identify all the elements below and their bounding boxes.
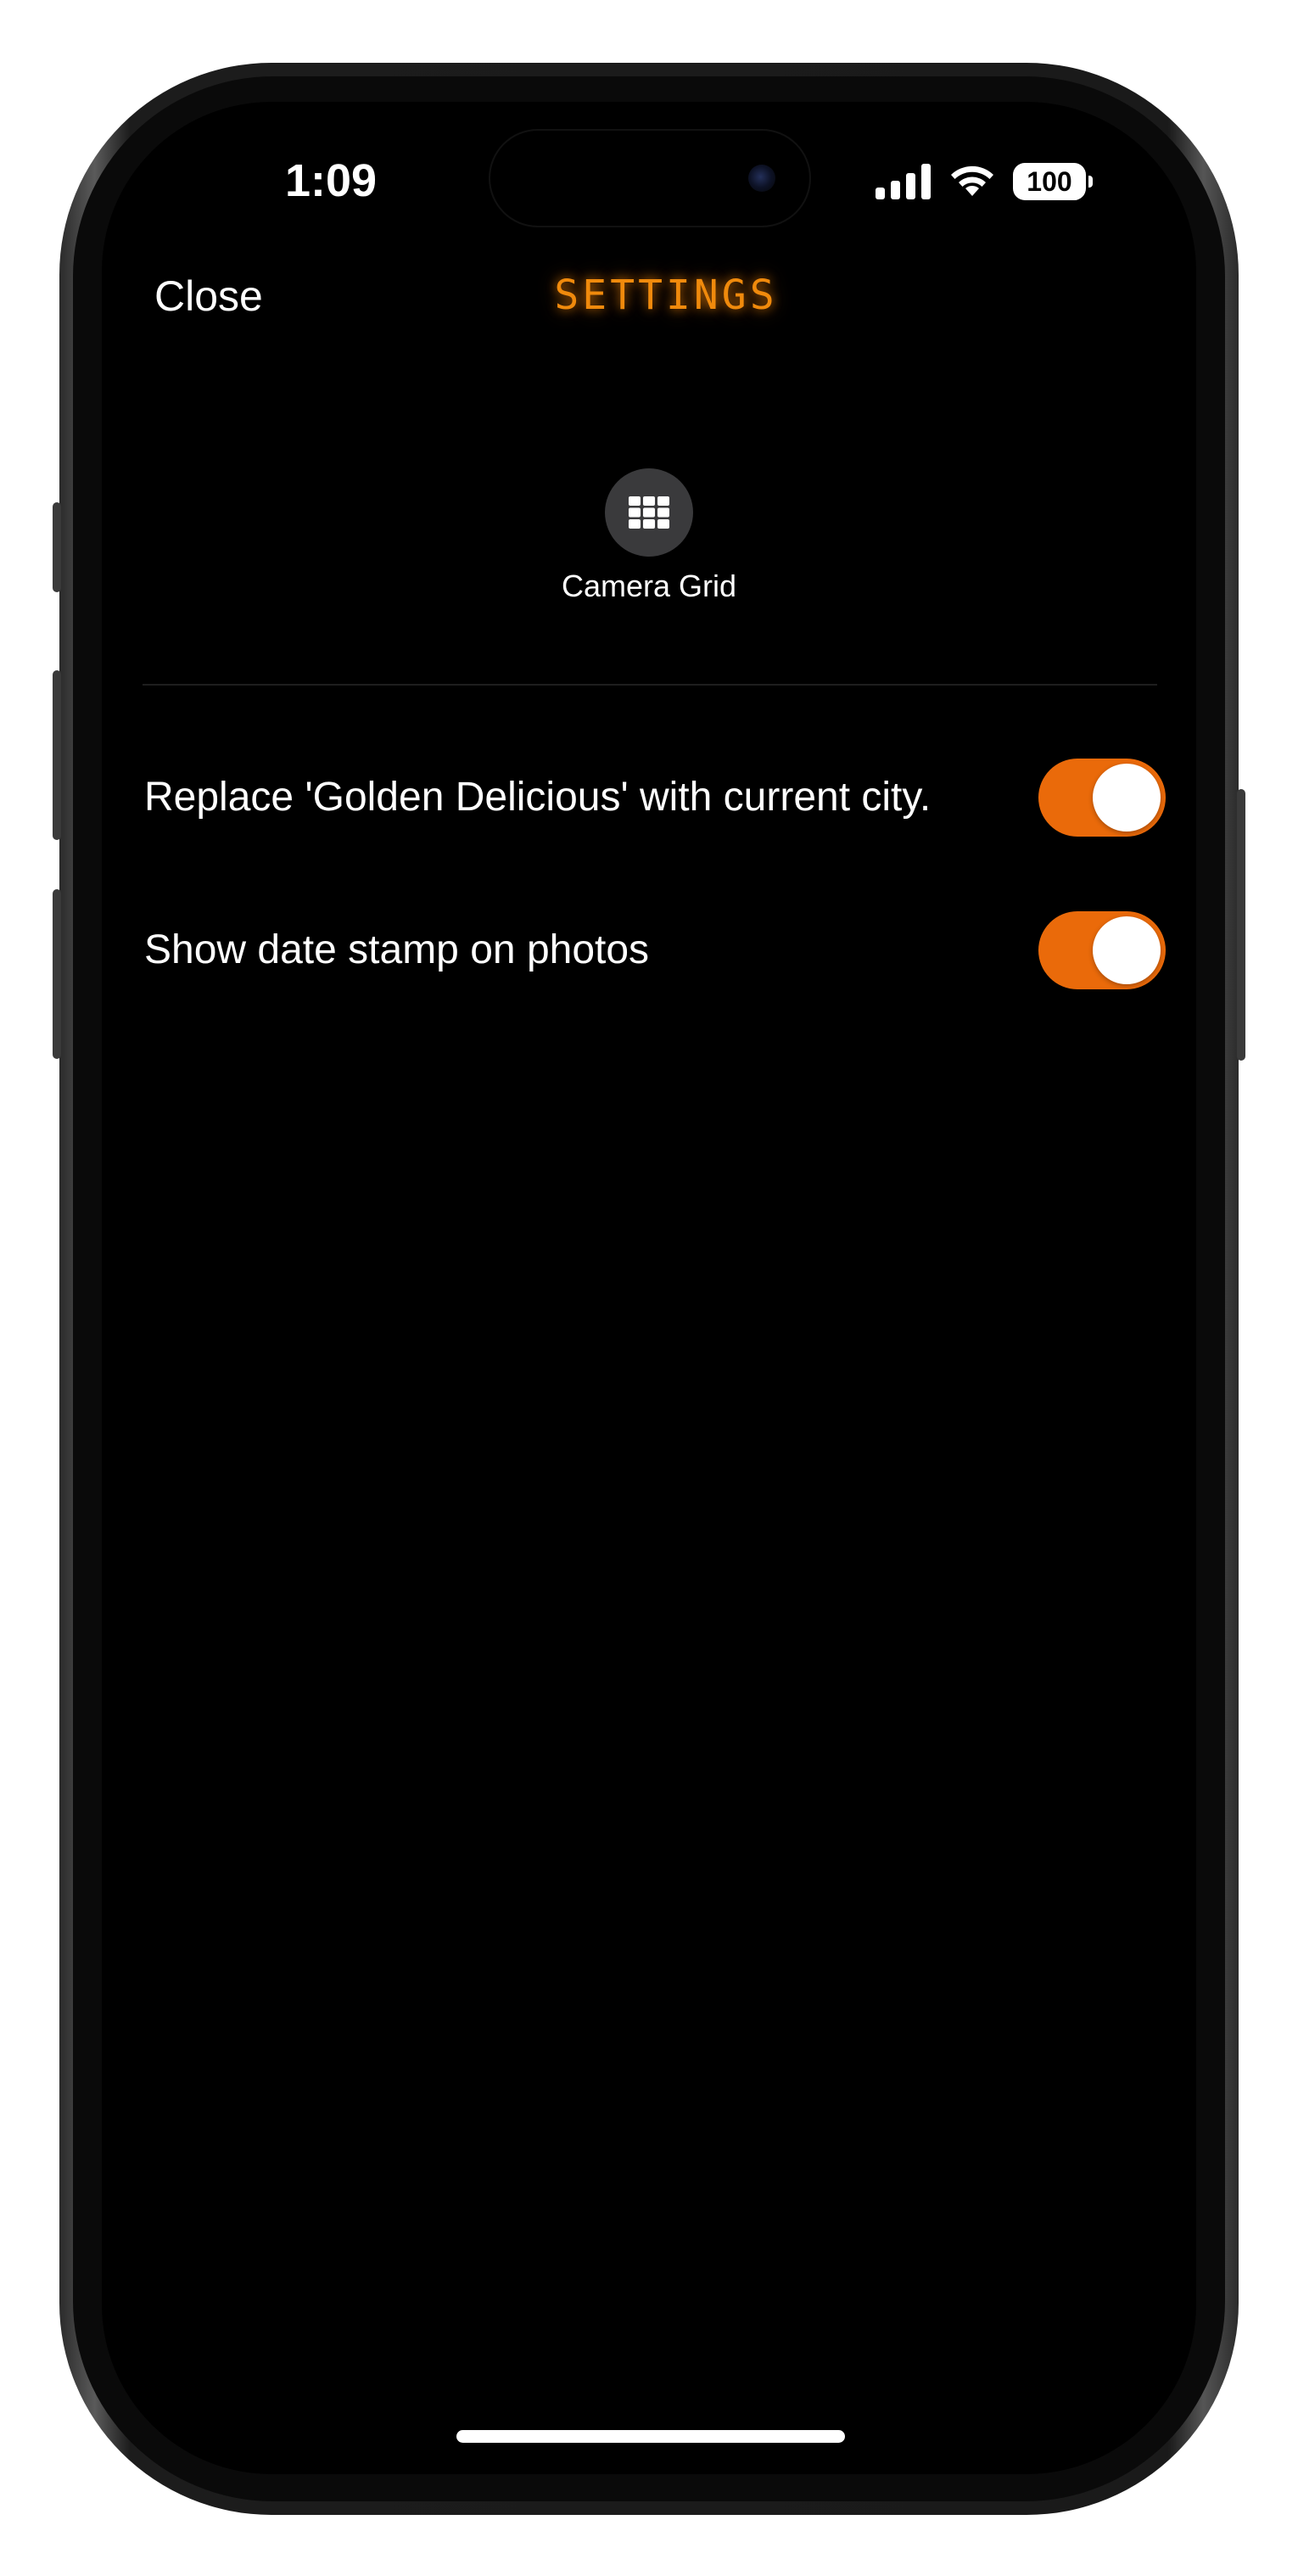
page-title: SETTINGS — [554, 272, 778, 319]
setting-label-date-stamp: Show date stamp on photos — [144, 927, 650, 972]
setting-label-city: Replace 'Golden Delicious' with current … — [144, 775, 932, 820]
setting-row-date-stamp: Show date stamp on photos — [144, 906, 1166, 991]
power-button — [1237, 789, 1245, 1061]
volume-down-button — [53, 889, 61, 1059]
camera-grid-button[interactable]: Camera Grid — [547, 468, 751, 621]
dynamic-island — [490, 131, 809, 226]
city-toggle[interactable] — [1038, 759, 1166, 837]
setting-row-city: Replace 'Golden Delicious' with current … — [144, 753, 1166, 838]
status-time: 1:09 — [284, 155, 378, 206]
home-indicator[interactable] — [456, 2430, 845, 2443]
camera-grid-label: Camera Grid — [561, 568, 737, 603]
camera-grid-circle — [605, 468, 693, 557]
toggle-knob — [1093, 764, 1161, 832]
grid-icon — [629, 496, 669, 529]
wifi-icon — [951, 165, 993, 196]
section-divider — [143, 684, 1157, 686]
close-button[interactable]: Close — [154, 272, 263, 321]
cellular-signal-icon — [876, 164, 931, 199]
front-camera-icon — [748, 165, 775, 192]
screen: 1:09 100 Close SETTINGS Camera Grid Repl… — [102, 102, 1196, 2474]
status-icons: 100 — [876, 161, 1093, 202]
battery-icon: 100 — [1013, 163, 1093, 200]
action-button — [53, 502, 61, 592]
toggle-knob — [1093, 916, 1161, 984]
volume-up-button — [53, 670, 61, 840]
date-stamp-toggle[interactable] — [1038, 911, 1166, 989]
